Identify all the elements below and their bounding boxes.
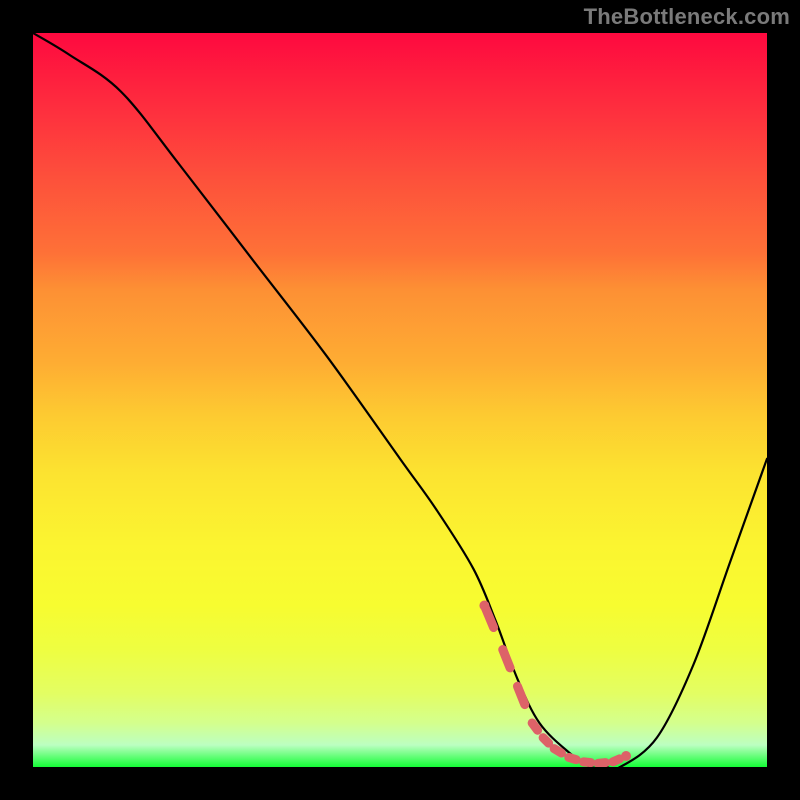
- highlight-end-dot: [621, 751, 631, 761]
- highlight-bead: [598, 763, 605, 764]
- highlight-bead: [569, 757, 576, 759]
- curve-overlay: [33, 33, 767, 767]
- highlight-bead: [554, 749, 561, 753]
- highlight-bead: [503, 650, 510, 668]
- highlight-bead: [584, 762, 591, 763]
- highlight-bead: [517, 686, 524, 704]
- highlight-end-dot: [479, 601, 489, 611]
- highlight-bead: [543, 738, 549, 744]
- bottleneck-curve-line: [33, 33, 767, 767]
- highlight-bead: [613, 759, 620, 762]
- watermark-text: TheBottleneck.com: [584, 4, 790, 30]
- chart-container: TheBottleneck.com: [0, 0, 800, 800]
- highlight-bead: [532, 723, 538, 730]
